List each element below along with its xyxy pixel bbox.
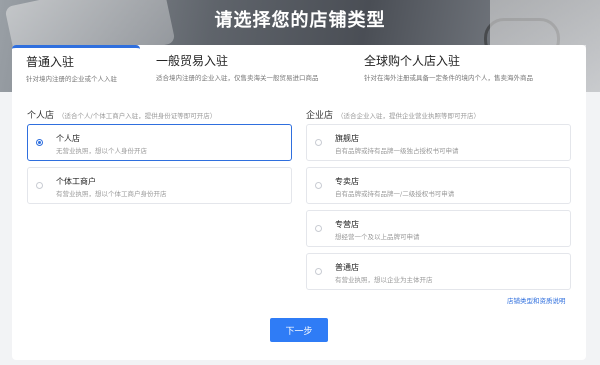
tab-description: 适合境内注册的企业入驻，仅售卖海关一般贸易进口商品 [156,74,319,82]
radio-icon[interactable] [315,268,322,275]
option-description: 无营业执照，想以个人身份开店 [56,147,147,155]
tab-global[interactable]: 全球购个人店入驻 针对在海外注册或具备一定条件的境内个人，售卖海外商品 [350,45,586,93]
option-name: 旗舰店 [335,134,359,143]
radio-icon[interactable] [315,139,322,146]
store-type-info-link[interactable]: 店铺类型和资质说明 [507,295,566,305]
radio-selected-icon[interactable] [36,139,43,146]
option-name: 专营店 [335,220,359,229]
option-flagship-store[interactable]: 旗舰店 自有品牌或持有品牌一级独占授权书可申请 [306,124,571,161]
store-type-card: 普通入驻 针对境内注册的企业或个人入驻 一般贸易入驻 适合境内注册的企业入驻，仅… [12,45,586,360]
tab-label: 全球购个人店入驻 [364,54,461,68]
radio-icon[interactable] [315,225,322,232]
section-hint: （适合个人/个体工商户入驻，提供身份证等即可开店） [58,112,217,120]
option-name: 专卖店 [335,177,359,186]
tab-description: 针对在海外注册或具备一定条件的境内个人，售卖海外商品 [364,74,533,82]
option-personal-store[interactable]: 个人店 无营业执照，想以个人身份开店 [27,124,292,161]
option-description: 自有品牌或持有品牌一/二级授权书可申请 [335,190,455,198]
next-step-button[interactable]: 下一步 [270,318,328,342]
option-regular-store[interactable]: 普通店 有营业执照，想以企业为主体开店 [306,253,571,290]
tab-general-trade[interactable]: 一般贸易入驻 适合境内注册的企业入驻，仅售卖海关一般贸易进口商品 [142,45,348,93]
radio-icon[interactable] [315,182,322,189]
option-individual-business[interactable]: 个体工商户 有营业执照，想以个体工商户身份开店 [27,167,292,204]
option-exclusive-store[interactable]: 专卖店 自有品牌或持有品牌一/二级授权书可申请 [306,167,571,204]
tab-description: 针对境内注册的企业或个人入驻 [26,75,117,83]
tab-label: 普通入驻 [26,55,75,69]
radio-icon[interactable] [36,182,43,189]
personal-section-title: 个人店 （适合个人/个体工商户入驻，提供身份证等即可开店） [27,108,216,121]
tab-label: 一般贸易入驻 [156,54,229,68]
section-hint: （适合企业入驻，提供企业营业执照等即可开店） [337,112,481,120]
option-franchise-store[interactable]: 专营店 想经营一个及以上品牌可申请 [306,210,571,247]
option-description: 有营业执照，想以个体工商户身份开店 [56,190,167,198]
option-name: 个体工商户 [56,177,96,186]
option-description: 有营业执照，想以企业为主体开店 [335,276,433,284]
enterprise-section-title: 企业店 （适合企业入驻，提供企业营业执照等即可开店） [306,108,480,121]
tab-bar: 普通入驻 针对境内注册的企业或个人入驻 一般贸易入驻 适合境内注册的企业入驻，仅… [12,45,586,93]
tab-normal[interactable]: 普通入驻 针对境内注册的企业或个人入驻 [12,45,140,93]
option-name: 个人店 [56,134,80,143]
option-name: 普通店 [335,263,359,272]
section-title-text: 个人店 [27,111,55,121]
page-title: 请选择您的店铺类型 [214,10,386,31]
section-title-text: 企业店 [306,111,334,121]
option-description: 自有品牌或持有品牌一级独占授权书可申请 [335,147,459,155]
option-description: 想经营一个及以上品牌可申请 [335,233,420,241]
